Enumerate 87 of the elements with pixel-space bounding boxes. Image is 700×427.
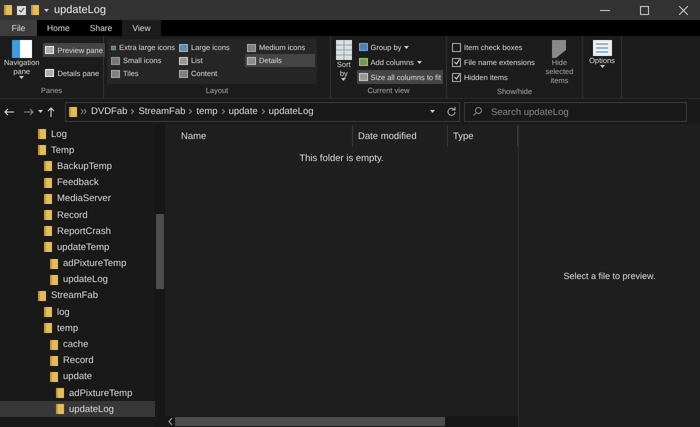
caret-icon [44, 8, 49, 12]
breadcrumb[interactable]: DVDFab [91, 106, 128, 117]
folder-icon [44, 161, 52, 172]
tree-item[interactable]: Log [0, 126, 155, 142]
folder-icon [44, 178, 52, 188]
forward-icon[interactable] [24, 108, 34, 116]
tree-item[interactable]: ReportCrash [0, 223, 155, 240]
column-header[interactable]: Type [448, 125, 518, 147]
options-icon [592, 40, 612, 56]
caret-icon [416, 60, 422, 64]
up-icon[interactable] [47, 106, 55, 116]
folder-icon [44, 323, 52, 334]
caret-icon [38, 110, 43, 113]
tree-item[interactable]: Feedback [0, 174, 155, 191]
breadcrumb[interactable]: update [228, 106, 258, 117]
breadcrumb[interactable]: StreamFab [138, 106, 186, 117]
folder-icon [50, 372, 58, 382]
pane-icon [45, 69, 54, 77]
ribbon-tab[interactable]: Share [80, 20, 122, 36]
folder-icon [50, 258, 58, 269]
checklist-icon[interactable] [17, 6, 26, 14]
folder-icon [38, 129, 46, 140]
folder-icon [44, 307, 52, 318]
chevron-icon [189, 109, 192, 114]
tree-item[interactable]: BackupTemp [0, 158, 155, 175]
chevron-icon [262, 109, 265, 114]
chevron-icon [81, 109, 87, 114]
folder-icon [50, 356, 58, 366]
page-icon [552, 40, 566, 58]
tree-item[interactable]: update [0, 368, 155, 385]
folder-icon [56, 388, 64, 398]
close-icon [678, 6, 688, 14]
folder-icon [4, 5, 12, 15]
tree-item[interactable]: MediaServer [0, 190, 155, 207]
empty-folder-message: This folder is empty. [299, 153, 384, 164]
chevron-icon [131, 109, 134, 114]
folder-icon [31, 5, 39, 15]
caret-icon [600, 65, 604, 68]
chevron-left-icon[interactable] [168, 418, 173, 425]
folder-icon [69, 106, 77, 116]
folder-icon [44, 210, 52, 220]
tree-item[interactable]: adPixtureTemp [0, 385, 155, 402]
pane-icon [12, 40, 32, 58]
folder-icon [38, 290, 46, 301]
caret-icon [404, 46, 410, 48]
checkmark-icon [454, 59, 460, 65]
ribbon-tab[interactable]: Home [37, 20, 80, 36]
ribbon-tab[interactable]: View [122, 20, 161, 36]
tree-item[interactable]: Record [0, 206, 155, 224]
folder-icon [56, 404, 64, 414]
window-title: updateLog [54, 4, 107, 16]
search-field[interactable]: Search updateLog [464, 102, 687, 122]
chevron-icon [222, 109, 225, 114]
tree-item[interactable]: updateTemp [0, 239, 155, 256]
search-icon [473, 106, 482, 116]
breadcrumb[interactable]: temp [196, 106, 218, 117]
table-icon [336, 40, 352, 60]
ribbon-tab[interactable]: File [0, 20, 37, 36]
column-header[interactable]: Name [165, 125, 353, 147]
tree-item[interactable]: updateLog [0, 272, 155, 288]
tree-item[interactable]: Temp [0, 142, 155, 158]
caret-icon [19, 76, 24, 79]
tree-item[interactable]: cache [0, 336, 155, 353]
checkmark-icon [454, 74, 460, 80]
folder-icon [50, 274, 58, 285]
pane-icon [45, 46, 54, 54]
folder-icon [38, 145, 46, 156]
tree-item[interactable]: adPixtureTemp [0, 256, 155, 272]
tree-item[interactable]: temp [0, 320, 155, 336]
horizontal-scrollbar[interactable] [165, 416, 518, 427]
address-bar[interactable]: DVDFab StreamFab temp update updateLog [65, 102, 460, 122]
tree-item[interactable]: updateLog [0, 401, 155, 418]
preview-message: Select a file to preview. [563, 270, 656, 280]
column-header[interactable]: Date modified [353, 125, 448, 147]
back-icon[interactable] [4, 108, 14, 116]
maximize-icon [640, 6, 648, 14]
folder-icon [44, 226, 52, 236]
caret-icon [430, 110, 435, 113]
breadcrumb[interactable]: updateLog [268, 106, 314, 117]
tree-item[interactable]: log [0, 304, 155, 320]
folder-icon [44, 242, 52, 252]
tree-item[interactable]: Record [0, 352, 155, 369]
tree-item[interactable]: StreamFab [0, 288, 155, 304]
caret-icon [341, 78, 346, 81]
folder-icon [44, 194, 52, 204]
folder-icon [50, 340, 58, 350]
refresh-icon[interactable] [447, 107, 456, 116]
